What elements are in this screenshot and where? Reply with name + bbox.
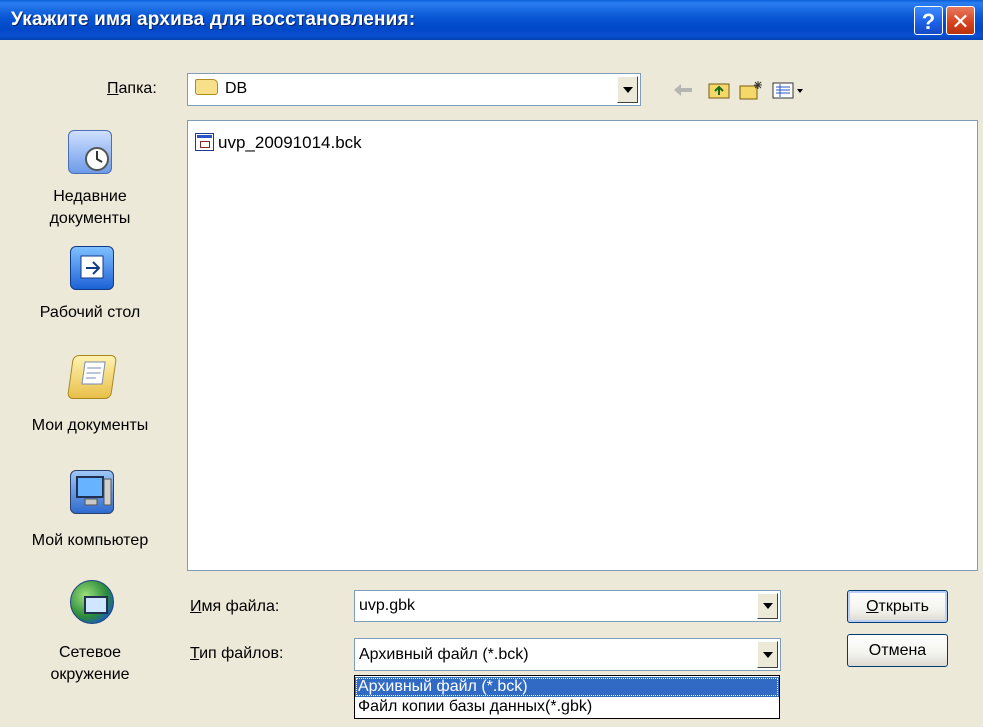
close-icon: ✕ [951, 9, 970, 34]
filename-input[interactable]: uvp.gbk [359, 597, 415, 615]
filetype-value: Архивный файл (*.bck) [359, 646, 529, 663]
folder-dropdown-arrow[interactable] [617, 76, 638, 103]
place-label-recent: Недавние документы [0, 186, 180, 230]
new-folder-icon[interactable] [739, 80, 763, 100]
place-label-desktop: Рабочий стол [39, 304, 141, 321]
chevron-down-icon [762, 651, 773, 658]
place-my-documents[interactable]: Мои документы [0, 355, 180, 450]
help-icon: ? [921, 9, 936, 34]
file-list[interactable]: uvp_20091014.bck [187, 120, 978, 571]
open-button[interactable]: Открыть [847, 590, 948, 623]
place-label-my-computer: Мой компьютер [31, 532, 149, 549]
filetype-option[interactable]: Файл копии базы данных(*.gbk) [355, 697, 779, 717]
cancel-button[interactable]: Отмена [847, 634, 948, 667]
filename-dropdown-arrow[interactable] [757, 593, 778, 619]
folder-label-rest: апка: [118, 80, 157, 97]
folder-icon [195, 79, 218, 95]
folder-value: DB [225, 80, 248, 97]
open-button-label-rest: ткрыть [878, 597, 929, 615]
filename-combo[interactable]: uvp.gbk [354, 590, 781, 622]
place-recent-documents[interactable]: Недавние документы [0, 120, 180, 232]
filetype-dropdown-list: Архивный файл (*.bck) Файл копии базы да… [354, 675, 780, 719]
chevron-down-icon [762, 603, 773, 609]
folder-combo[interactable]: DB [187, 73, 641, 106]
folder-label: Папка: [107, 80, 157, 97]
filename-label: Имя файла: [190, 598, 280, 615]
filetype-dropdown-arrow[interactable] [757, 641, 778, 668]
my-documents-icon [66, 355, 118, 399]
filetype-label-rest: ип файлов: [199, 645, 284, 662]
view-menu-icon[interactable] [771, 80, 805, 100]
file-name: uvp_20091014.bck [218, 133, 362, 152]
recent-documents-icon [68, 130, 112, 174]
up-folder-icon[interactable] [707, 80, 731, 100]
chevron-down-icon [622, 86, 633, 93]
title-bar: Укажите имя архива для восстановления: ?… [0, 0, 983, 40]
my-computer-icon [70, 470, 114, 514]
filetype-label: Тип файлов: [190, 645, 284, 662]
place-desktop[interactable]: Рабочий стол [0, 242, 180, 332]
place-label-recent-line2: документы [49, 210, 131, 227]
places-bar: Недавние документы Рабочий стол Мои доку… [0, 120, 180, 720]
place-label-network-line1: Сетевое [58, 644, 122, 661]
place-label-recent-line1: Недавние [53, 188, 127, 205]
close-button[interactable]: ✕ [946, 6, 975, 35]
filename-label-rest: мя файла: [201, 598, 280, 615]
place-label-network: Сетевое окружение [0, 642, 180, 686]
file-icon [195, 133, 214, 151]
place-network[interactable]: Сетевое окружение [0, 580, 180, 690]
open-button-mnemonic: О [866, 597, 879, 615]
place-my-computer[interactable]: Мой компьютер [0, 470, 180, 565]
filetype-combo[interactable]: Архивный файл (*.bck) [354, 638, 781, 671]
desktop-icon [70, 246, 114, 290]
filetype-option[interactable]: Архивный файл (*.bck) [355, 677, 779, 697]
place-label-my-documents: Мои документы [31, 417, 149, 434]
place-label-network-line2: окружение [50, 666, 130, 683]
window-title: Укажите имя архива для восстановления: [11, 9, 416, 30]
back-arrow-icon[interactable] [671, 80, 695, 100]
network-icon [70, 580, 114, 624]
help-button[interactable]: ? [914, 6, 943, 35]
